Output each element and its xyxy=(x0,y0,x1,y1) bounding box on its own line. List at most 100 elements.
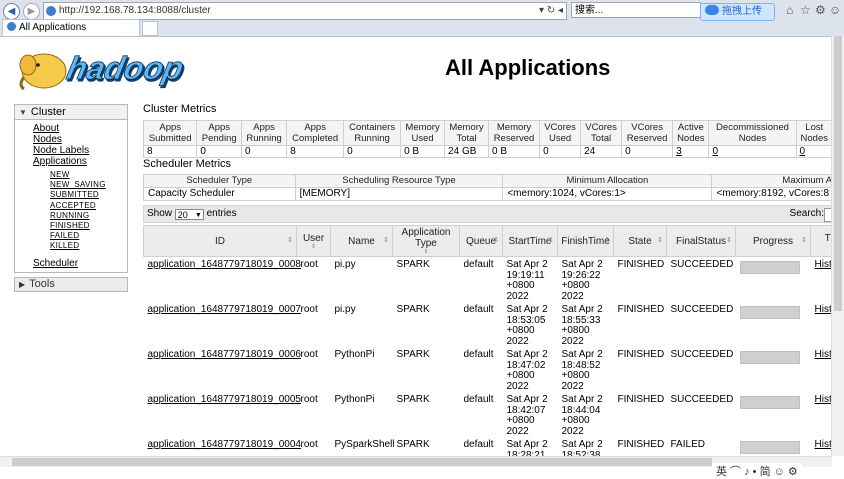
tools-label: Tools xyxy=(29,277,55,290)
sort-icon: ⇕ xyxy=(310,243,317,250)
browser-search-input[interactable]: 搜索... xyxy=(571,2,701,18)
back-icon[interactable]: ◀ xyxy=(3,3,20,20)
progress-bar xyxy=(739,261,800,274)
horizontal-scroll-thumb[interactable] xyxy=(12,458,712,466)
tab-all-applications[interactable]: All Applications xyxy=(2,19,140,36)
table-row: application_1648779718019_0007 root pi.py S… xyxy=(144,302,834,347)
apps-header-1[interactable]: User ⇕ xyxy=(296,225,331,257)
metric-header-line: Decommissioned xyxy=(716,122,789,133)
metric-header-line: Memory xyxy=(496,122,532,133)
app-tracking-link[interactable]: Histo xyxy=(811,347,834,392)
app-tracking-link[interactable]: Histo xyxy=(811,302,834,347)
sidebar-state-new-saving[interactable]: NEW_SAVING xyxy=(50,180,127,190)
sidebar-item-about[interactable]: About xyxy=(33,123,127,134)
sidebar-state-finished[interactable]: FINISHED xyxy=(50,221,127,231)
app-finish-time-line: 2022 xyxy=(561,290,584,302)
refresh-icon[interactable]: ▾ ↻ ◂ xyxy=(539,3,563,19)
new-tab-button[interactable] xyxy=(142,21,158,36)
app-id-link-text[interactable]: application_1648779718019_0006 xyxy=(148,349,301,360)
app-id-link[interactable]: application_1648779718019_0005 xyxy=(144,392,301,437)
app-final-status: SUCCEEDED xyxy=(667,302,736,347)
sidebar-state-failed[interactable]: FAILED xyxy=(50,231,127,241)
app-final-status-text: SUCCEEDED xyxy=(670,394,734,405)
sidebar: ▼ Cluster About Nodes Node Labels Applica… xyxy=(14,104,128,292)
apps-header-3[interactable]: Application Type ⇕ xyxy=(392,225,460,257)
apps-header-8[interactable]: FinalStatus ⇕ xyxy=(666,225,736,257)
sort-icon: ⇕ xyxy=(801,237,807,244)
metric-link[interactable]: 0 xyxy=(800,146,806,157)
apps-header-9[interactable]: Progress ⇕ xyxy=(735,225,811,257)
apps-header-4[interactable]: Queue ⇕ xyxy=(459,225,503,257)
vertical-scrollbar[interactable] xyxy=(831,36,844,456)
apps-header-5[interactable]: StartTime ⇕ xyxy=(502,225,558,257)
sidebar-item-applications[interactable]: Applications xyxy=(33,156,127,167)
home-icon[interactable]: ⌂ xyxy=(786,3,793,17)
app-id-link-text[interactable]: application_1648779718019_0005 xyxy=(148,394,301,405)
app-id-link[interactable]: application_1648779718019_0004 xyxy=(144,437,301,457)
sidebar-state-submitted[interactable]: SUBMITTED xyxy=(50,190,127,200)
metric-header-line: Apps xyxy=(304,122,326,133)
app-id-link[interactable]: application_1648779718019_0006 xyxy=(144,347,301,392)
app-start-time: Sat Apr 2 18:47:02 +0800 2022 xyxy=(503,347,558,392)
app-type: SPARK xyxy=(393,347,460,392)
metric-header: VCores Total xyxy=(580,120,623,146)
app-id-link-text[interactable]: application_1648779718019_0007 xyxy=(148,304,301,315)
app-progress xyxy=(736,257,811,303)
browser-chrome: ◀ ▶ http://192.168.78.134:8088/cluster ▾… xyxy=(0,0,844,37)
app-id-link[interactable]: application_1648779718019_0007 xyxy=(144,302,301,347)
address-bar[interactable]: http://192.168.78.134:8088/cluster ▾ ↻ ◂ xyxy=(43,2,567,20)
app-id-link[interactable]: application_1648779718019_0008 xyxy=(144,257,301,303)
app-state: FINISHED xyxy=(614,302,667,347)
tools-section-header[interactable]: ▶ Tools xyxy=(14,276,128,292)
app-finish-time-line: +0800 xyxy=(561,325,590,336)
favorites-icon[interactable]: ☆ xyxy=(800,3,811,17)
apps-header-2[interactable]: Name ⇕ xyxy=(330,225,393,257)
app-state: FINISHED xyxy=(614,257,667,303)
metric-header-line: Completed xyxy=(292,133,339,144)
apps-header-label: ID xyxy=(215,235,225,247)
progress-bar xyxy=(739,441,800,454)
metric-link[interactable]: 0 xyxy=(712,146,718,157)
app-tracking-link[interactable]: Histo xyxy=(811,257,834,303)
apps-header-7[interactable]: State ⇕ xyxy=(613,225,667,257)
metric-value: 0 xyxy=(196,145,242,158)
sidebar-state-new[interactable]: NEW xyxy=(50,170,127,180)
app-id-link-text[interactable]: application_1648779718019_0004 xyxy=(148,439,301,450)
sidebar-item-nodes[interactable]: Nodes xyxy=(33,134,127,145)
app-user: root xyxy=(297,302,331,347)
smiley-icon[interactable]: ☺ xyxy=(829,3,841,17)
app-tracking-link[interactable]: Histo xyxy=(811,437,834,457)
sched-header-min: Minimum Allocation xyxy=(502,174,713,188)
entries-select[interactable]: 20 ▼ xyxy=(174,209,204,220)
app-user-text: root xyxy=(300,394,318,405)
app-queue-text: default xyxy=(463,349,494,360)
sidebar-state-running[interactable]: RUNNING xyxy=(50,211,127,221)
sidebar-state-accepted[interactable]: ACCEPTED xyxy=(50,201,127,211)
apps-header-10[interactable]: Tra U⇕ xyxy=(810,225,833,257)
vertical-scroll-thumb[interactable] xyxy=(834,36,842,311)
upload-button[interactable]: 拖拽上传 xyxy=(700,3,775,21)
cluster-section-header[interactable]: ▼ Cluster xyxy=(14,104,128,120)
sidebar-item-scheduler[interactable]: Scheduler xyxy=(33,258,127,269)
sidebar-item-node-labels[interactable]: Node Labels xyxy=(33,145,127,156)
app-tracking-link[interactable]: Histo xyxy=(811,392,834,437)
ime-toolbar[interactable]: 英 ⌒ ♪ • 简 ☺ ⚙ xyxy=(712,463,802,479)
metric-header: Active Nodes xyxy=(672,120,710,146)
horizontal-scrollbar[interactable] xyxy=(0,456,832,467)
app-finish-time: Sat Apr 2 18:55:33 +0800 2022 xyxy=(558,302,614,347)
metric-header-line: Lost xyxy=(805,122,824,133)
apps-header-6[interactable]: FinishTime ⇕ xyxy=(557,225,614,257)
app-id-link-text[interactable]: application_1648779718019_0008 xyxy=(148,259,301,270)
app-finish-time: Sat Apr 2 18:44:04 +0800 2022 xyxy=(558,392,614,437)
sidebar-state-killed[interactable]: KILLED xyxy=(50,241,127,251)
forward-icon[interactable]: ▶ xyxy=(23,3,40,20)
table-row: application_1648779718019_0004 root PySpar… xyxy=(144,437,834,457)
app-finish-time-line: +0800 xyxy=(561,415,590,426)
gear-icon[interactable]: ⚙ xyxy=(815,3,826,17)
sched-header-resource: Scheduling Resource Type xyxy=(294,174,504,188)
metric-link[interactable]: 3 xyxy=(676,146,682,157)
table-row: application_1648779718019_0005 root Python… xyxy=(144,392,834,437)
app-start-time-line: +0800 xyxy=(506,280,535,291)
app-final-status-text: SUCCEEDED xyxy=(670,259,734,270)
apps-header-0[interactable]: ID ⇕ xyxy=(143,225,297,257)
